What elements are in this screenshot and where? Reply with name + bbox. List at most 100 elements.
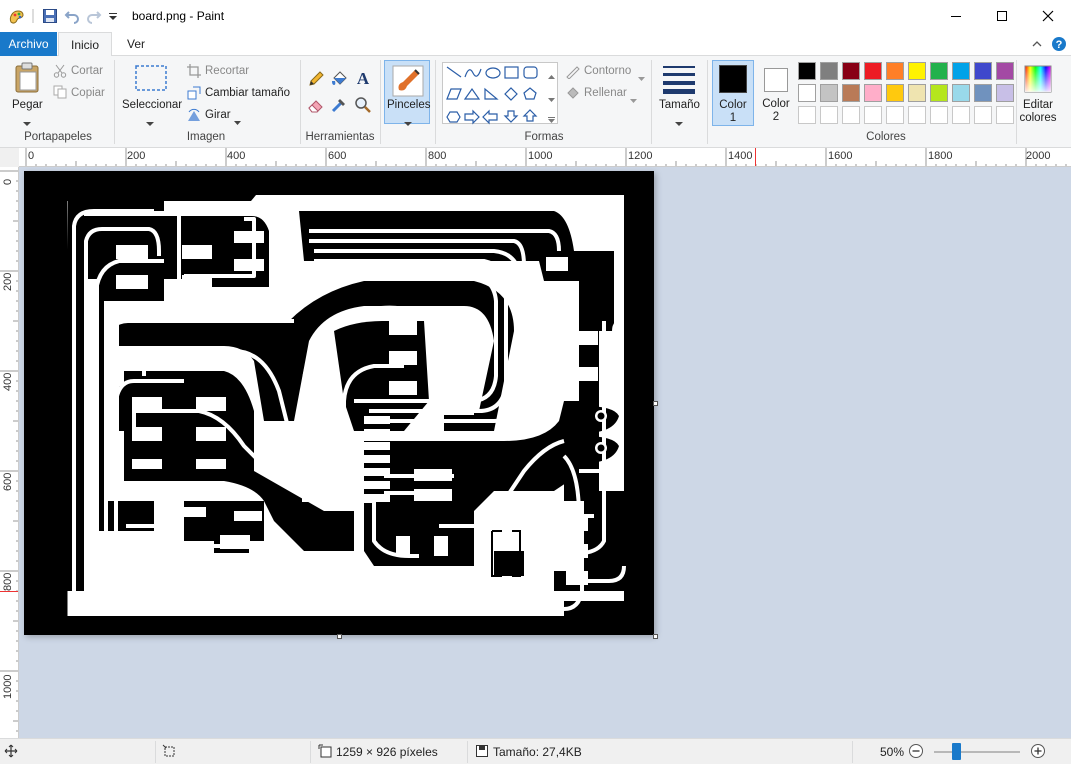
color-swatch[interactable] — [952, 62, 970, 80]
color-swatch[interactable] — [974, 62, 992, 80]
shapes-gallery[interactable] — [442, 62, 558, 125]
color-swatch[interactable] — [974, 84, 992, 102]
crop-button[interactable]: Recortar — [205, 65, 249, 77]
custom-color-slot[interactable] — [842, 106, 860, 124]
outline-icon — [565, 65, 581, 82]
crop-icon — [187, 64, 201, 81]
color-swatch[interactable] — [996, 84, 1014, 102]
resize-handle-right[interactable] — [653, 401, 658, 406]
zoom-slider-thumb[interactable] — [952, 743, 961, 760]
collapse-ribbon-icon[interactable] — [1031, 38, 1043, 53]
custom-color-slot[interactable] — [798, 106, 816, 124]
edit-colors-label-line2: colores — [1019, 112, 1057, 124]
customize-quick-access-icon[interactable] — [107, 8, 123, 24]
paint-app-icon[interactable] — [8, 8, 24, 24]
custom-color-slot[interactable] — [974, 106, 992, 124]
color-swatch[interactable] — [842, 84, 860, 102]
color-swatch[interactable] — [930, 62, 948, 80]
resize-handle-corner[interactable] — [653, 634, 658, 639]
magnifier-icon[interactable] — [354, 96, 372, 117]
resize-handle-bottom[interactable] — [337, 634, 342, 639]
color-swatch[interactable] — [842, 62, 860, 80]
redo-icon[interactable] — [86, 8, 102, 24]
color-swatch[interactable] — [820, 62, 838, 80]
custom-color-slot[interactable] — [908, 106, 926, 124]
color1-button[interactable]: Color 1 — [712, 60, 754, 126]
undo-icon[interactable] — [64, 8, 80, 24]
quick-access-separator — [32, 9, 34, 23]
color-picker-icon[interactable] — [330, 96, 348, 117]
size-icon[interactable] — [662, 64, 696, 97]
color-swatch[interactable] — [952, 84, 970, 102]
size-button[interactable]: Tamaño — [659, 99, 700, 111]
custom-color-slot[interactable] — [820, 106, 838, 124]
close-icon — [1042, 10, 1054, 22]
color-swatch[interactable] — [908, 62, 926, 80]
rotate-icon — [187, 108, 201, 125]
image-canvas[interactable] — [24, 171, 654, 635]
select-button[interactable]: Seleccionar — [122, 99, 182, 111]
custom-color-slot[interactable] — [886, 106, 904, 124]
canvas-workspace[interactable] — [19, 167, 1071, 738]
color-swatch[interactable] — [886, 62, 904, 80]
tab-inicio[interactable]: Inicio — [58, 32, 112, 57]
color2-label: Color — [762, 98, 790, 110]
rotate-dropdown-icon[interactable] — [234, 114, 241, 128]
fill-shape-button[interactable]: Rellenar — [584, 87, 627, 99]
custom-color-slot[interactable] — [952, 106, 970, 124]
fill-shape-dropdown-icon[interactable] — [630, 92, 637, 106]
color-swatch[interactable] — [864, 62, 882, 80]
help-icon[interactable]: ? — [1051, 36, 1067, 55]
eraser-icon[interactable] — [307, 96, 325, 117]
cut-button[interactable]: Cortar — [71, 65, 103, 77]
zoom-out-button[interactable] — [908, 743, 924, 762]
close-button[interactable] — [1025, 0, 1071, 32]
maximize-button[interactable] — [979, 0, 1025, 32]
outline-button[interactable]: Contorno — [584, 65, 631, 77]
save-icon[interactable] — [42, 8, 58, 24]
fill-icon[interactable] — [330, 70, 348, 91]
tab-archivo[interactable]: Archivo — [0, 32, 57, 56]
color-swatch[interactable] — [930, 84, 948, 102]
rotate-button[interactable]: Girar — [205, 109, 231, 121]
resize-button[interactable]: Cambiar tamaño — [205, 87, 290, 99]
select-icon[interactable] — [134, 64, 168, 97]
minimize-button[interactable] — [933, 0, 979, 32]
color-swatch[interactable] — [908, 84, 926, 102]
color-swatch[interactable] — [820, 84, 838, 102]
brushes-button[interactable]: Pinceles — [384, 60, 430, 126]
ruler-label: 1600 — [828, 150, 853, 162]
shapes-scroll-down-icon[interactable] — [548, 91, 555, 105]
paste-icon[interactable] — [14, 62, 42, 97]
custom-color-slot[interactable] — [996, 106, 1014, 124]
tab-ver[interactable]: Ver — [116, 32, 156, 56]
paste-button[interactable]: Pegar — [12, 99, 43, 111]
custom-color-slot[interactable] — [864, 106, 882, 124]
copy-button[interactable]: Copiar — [71, 87, 105, 99]
custom-color-slot[interactable] — [930, 106, 948, 124]
ribbon: Pegar Cortar Copiar Portapapeles Selecci… — [0, 56, 1071, 148]
color-swatch[interactable] — [886, 84, 904, 102]
zoom-in-button[interactable] — [1030, 743, 1046, 762]
edit-colors-icon[interactable] — [1023, 64, 1053, 97]
zoom-slider-track[interactable] — [934, 751, 1020, 753]
shapes-scroll-up-icon[interactable] — [548, 68, 555, 82]
select-dropdown-icon[interactable] — [146, 116, 154, 130]
color2-button[interactable]: Color 2 — [756, 60, 796, 126]
ruler-label: 1000 — [2, 674, 14, 699]
size-dropdown-icon[interactable] — [675, 116, 683, 130]
color-swatch[interactable] — [798, 62, 816, 80]
paste-dropdown-icon[interactable] — [23, 116, 31, 130]
color-swatch[interactable] — [798, 84, 816, 102]
shapes-expand-icon[interactable] — [548, 112, 555, 126]
edit-colors-button[interactable]: Editar — [1019, 99, 1057, 111]
text-icon[interactable]: A — [354, 69, 372, 90]
outline-dropdown-icon[interactable] — [638, 70, 645, 84]
color-swatch[interactable] — [864, 84, 882, 102]
selection-size-icon — [162, 744, 176, 761]
color-swatch[interactable] — [996, 62, 1014, 80]
group-separator — [380, 60, 381, 144]
status-separator — [155, 741, 156, 763]
pencil-icon[interactable] — [307, 70, 325, 91]
copy-icon — [53, 85, 67, 102]
